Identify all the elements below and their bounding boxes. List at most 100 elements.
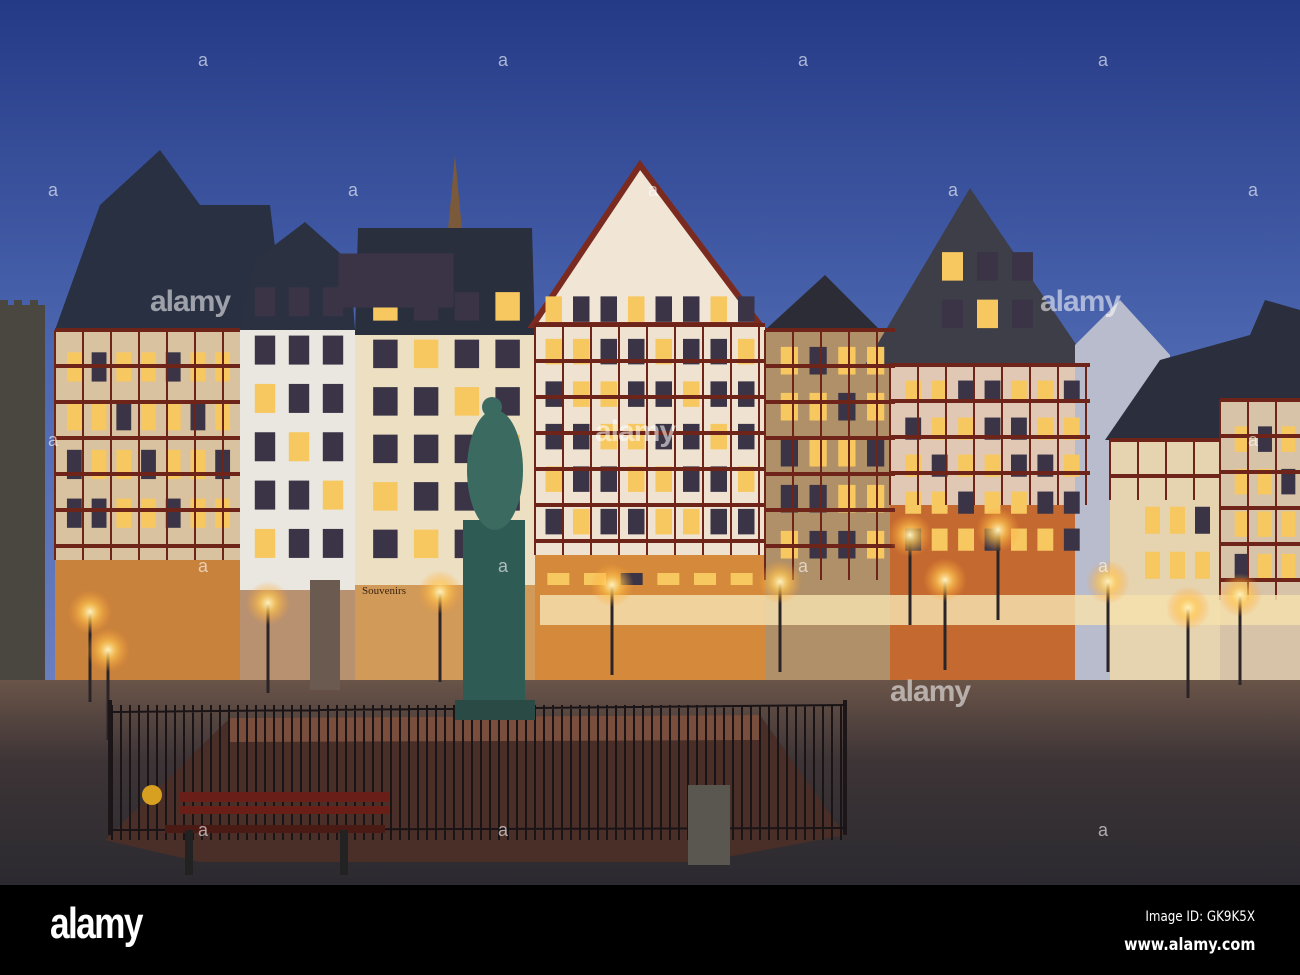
window: [1281, 553, 1296, 580]
window: [1012, 299, 1033, 329]
window: [322, 335, 344, 365]
window: [116, 498, 132, 528]
lamp-glow: [418, 570, 462, 614]
window: [454, 292, 480, 321]
trash-bin: [688, 785, 730, 865]
alamy-watermark: a: [198, 820, 209, 840]
window: [694, 573, 716, 585]
alamy-watermark: a: [48, 430, 59, 450]
alamy-watermark: a: [798, 50, 809, 70]
alamy-watermark: a: [498, 556, 509, 576]
window: [454, 339, 480, 369]
window: [165, 401, 181, 431]
lamp-glow: [923, 558, 967, 602]
window: [958, 528, 974, 551]
window: [600, 296, 617, 322]
window: [1145, 506, 1160, 534]
window: [738, 381, 755, 407]
window: [628, 296, 645, 322]
window: [1195, 506, 1210, 534]
alamy-watermark: alamy: [1040, 285, 1121, 318]
window: [780, 346, 798, 375]
window: [1063, 491, 1080, 514]
window: [165, 498, 181, 528]
window: [710, 508, 727, 535]
window: [373, 434, 398, 464]
window: [573, 508, 590, 535]
alamy-watermark: a: [1098, 50, 1109, 70]
gold-emblem: [142, 785, 162, 805]
alamy-watermark: a: [198, 556, 209, 576]
window: [809, 438, 827, 467]
window: [942, 299, 963, 329]
window: [1170, 506, 1185, 534]
lamp-glow: [1166, 586, 1210, 630]
window: [838, 438, 856, 467]
window: [545, 381, 562, 407]
window: [738, 508, 755, 535]
window: [1258, 511, 1272, 537]
window: [254, 383, 276, 413]
alamy-watermark: a: [1248, 180, 1259, 200]
window: [254, 287, 276, 317]
lamp-glow: [246, 581, 290, 625]
window: [373, 387, 398, 416]
window: [288, 432, 310, 462]
window: [254, 480, 276, 510]
window: [322, 383, 344, 413]
window: [838, 392, 856, 421]
alamy-watermark: a: [798, 556, 809, 576]
window: [942, 252, 963, 281]
lamp-glow: [590, 563, 634, 607]
window: [190, 401, 206, 431]
window: [683, 508, 700, 535]
window: [190, 498, 206, 528]
watermark-footer: alamy Image ID: GK9K5X www.alamy.com: [0, 885, 1300, 975]
lamp-glow: [1218, 573, 1262, 617]
window: [1195, 551, 1210, 579]
window: [1234, 511, 1249, 537]
site-url: www.alamy.com: [1123, 935, 1255, 955]
window: [600, 508, 617, 535]
alamy-watermark: a: [198, 50, 209, 70]
window: [977, 299, 998, 329]
window: [738, 296, 755, 322]
alamy-watermark: alamy: [595, 415, 676, 448]
window: [288, 287, 310, 317]
window: [413, 434, 439, 464]
window: [867, 346, 885, 375]
window: [288, 528, 310, 558]
window: [545, 423, 562, 450]
window: [573, 423, 590, 450]
alamy-watermark: a: [648, 180, 659, 200]
window: [288, 335, 310, 365]
alamy-watermark: a: [1098, 820, 1109, 840]
window: [1011, 491, 1027, 514]
window: [66, 498, 82, 528]
window: [322, 528, 344, 558]
tower-left: [0, 300, 45, 685]
lamp-glow: [68, 590, 112, 634]
window: [655, 296, 672, 322]
window: [683, 423, 700, 450]
alamy-logo: alamy: [50, 899, 143, 948]
window: [683, 296, 700, 322]
window: [141, 401, 156, 431]
window: [838, 346, 856, 375]
window: [254, 335, 276, 365]
window: [116, 401, 132, 431]
alamy-watermark: a: [348, 180, 359, 200]
window: [545, 508, 562, 535]
window: [413, 482, 439, 511]
window: [931, 528, 948, 551]
window: [1145, 551, 1160, 579]
lamp-glow: [888, 513, 932, 557]
window: [141, 498, 156, 528]
window: [254, 432, 276, 462]
window: [655, 381, 672, 407]
stock-photo: Souvenirs a a a a a a a a a alamy alamy …: [0, 0, 1300, 975]
window: [547, 573, 570, 585]
window: [373, 529, 398, 559]
alamy-watermark: a: [48, 180, 59, 200]
alamy-watermark: a: [1098, 556, 1109, 576]
